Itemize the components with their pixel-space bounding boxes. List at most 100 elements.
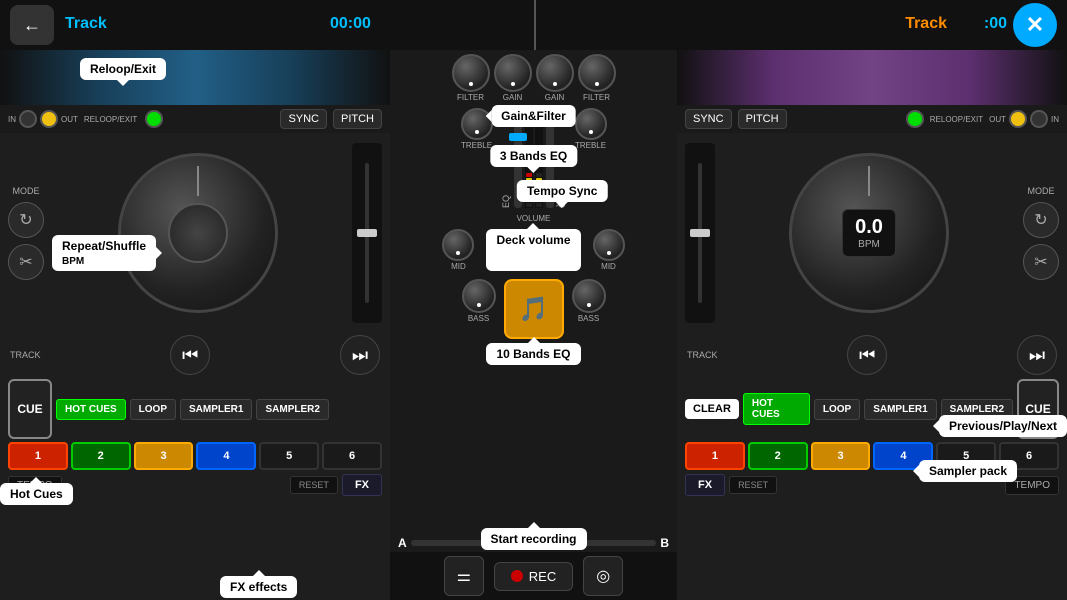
hcue-1-left[interactable]: 1 [8, 442, 68, 470]
filter-right-knob[interactable] [578, 54, 616, 92]
filter-right-col: FILTER [578, 54, 616, 102]
mode-btn-right-1[interactable]: ↻ [1023, 202, 1059, 238]
hcue-1-right[interactable]: 1 [685, 442, 745, 470]
cue-button-right[interactable]: CUE [1017, 379, 1059, 439]
mid-right-knob[interactable] [593, 229, 625, 261]
mixer-target-icon[interactable]: ◎ [583, 556, 623, 596]
repeat-button[interactable]: ↻ [8, 202, 44, 238]
jog-wheel-left[interactable] [118, 153, 278, 313]
jog-wheel-right[interactable]: 0.0 BPM [789, 153, 949, 313]
eq-mid-section: MID Deck volume MID [390, 227, 677, 273]
vu-seg-off1-l [526, 198, 532, 202]
gain-left-knob[interactable] [494, 54, 532, 92]
tab-loop-right[interactable]: LOOP [814, 399, 860, 420]
tab-hotcues-right[interactable]: HOT CUES [743, 393, 810, 425]
reset-button-right[interactable]: RESET [729, 476, 777, 494]
bpm-display-right: 0.0 BPM [842, 209, 896, 257]
back-button[interactable]: ← [10, 5, 54, 45]
hcue-2-right[interactable]: 2 [748, 442, 808, 470]
reset-button-left[interactable]: RESET [290, 476, 338, 494]
clear-button[interactable]: CLEAR [685, 399, 739, 419]
tab-loop-left[interactable]: LOOP [130, 399, 176, 420]
bass-right-col: BASS [572, 279, 606, 339]
out-led [40, 110, 58, 128]
treble-right-dot [589, 130, 593, 134]
hotcue-grid-left: 1 2 3 4 5 6 [8, 442, 382, 470]
vol-fader-right[interactable] [546, 108, 554, 208]
hcue-6-left[interactable]: 6 [322, 442, 382, 470]
tab-hotcues-left[interactable]: HOT CUES [56, 399, 126, 420]
bass-right-dot [587, 303, 591, 307]
hcue-3-left[interactable]: 3 [134, 442, 194, 470]
time-display-left: 00:00 [330, 15, 371, 33]
mode-btn-right-2[interactable]: ✂ [1023, 244, 1059, 280]
next-button-right[interactable]: ⏭ [1017, 335, 1057, 375]
waveform-right[interactable] [677, 50, 1067, 105]
in-label: IN [8, 115, 16, 124]
prev-button-right[interactable]: ⏮ [847, 335, 887, 375]
tab-sampler2-left[interactable]: SAMPLER2 [256, 399, 328, 420]
hotcue-row-left: CUE HOT CUES LOOP SAMPLER1 SAMPLER2 [8, 379, 382, 439]
hcue-4-right[interactable]: 4 [873, 442, 933, 470]
pitch-slider-left[interactable] [352, 143, 382, 323]
waveform-left[interactable] [0, 50, 390, 105]
back-icon: ← [23, 15, 41, 36]
hcue-5-left[interactable]: 5 [259, 442, 319, 470]
crossfader-a-label: A [398, 536, 407, 550]
eq-label-left: EQ [501, 195, 511, 208]
vu-seg-grn2-l [526, 188, 532, 192]
rec-button[interactable]: REC [494, 562, 573, 591]
mid-right-dot [607, 251, 611, 255]
deck-left: IN OUT RELOOP/EXIT Reloop/Exit SYNC PITC… [0, 50, 390, 600]
hcue-2-left[interactable]: 2 [71, 442, 131, 470]
filter-left-knob[interactable] [452, 54, 490, 92]
tab-sampler1-left[interactable]: SAMPLER1 [180, 399, 252, 420]
next-button-left[interactable]: ⏭ [340, 335, 380, 375]
vol-fader-handle-left [509, 133, 527, 141]
sync-button-right[interactable]: SYNC [685, 109, 732, 129]
out-label: OUT [61, 115, 78, 124]
controls-row-right: SYNC PITCH RELOOP/EXIT OUT IN [677, 105, 1067, 133]
crossfader-handle [484, 536, 504, 550]
reloop-exit-label-left: RELOOP/EXIT [84, 115, 137, 124]
pitch-button-left[interactable]: PITCH [333, 109, 382, 129]
gain-right-knob[interactable] [536, 54, 574, 92]
hcue-4-left[interactable]: 4 [196, 442, 256, 470]
hcue-6-right[interactable]: 6 [999, 442, 1059, 470]
hcue-5-right[interactable]: 5 [936, 442, 996, 470]
cue-button-left[interactable]: CUE [8, 379, 52, 439]
shuffle-button[interactable]: ✂ [8, 244, 44, 280]
treble-left-knob[interactable] [461, 108, 493, 140]
hcue-3-right[interactable]: 3 [811, 442, 871, 470]
fx-button-right[interactable]: FX [685, 474, 725, 496]
tab-sampler2-right[interactable]: SAMPLER2 [941, 399, 1013, 420]
pitch-button-right[interactable]: PITCH [738, 109, 787, 129]
prev-button-left[interactable]: ⏮ [170, 335, 210, 375]
fx-button-left[interactable]: FX [342, 474, 382, 496]
ten-bands-annotation: 10 Bands EQ [486, 343, 580, 365]
tempo-fx-row-left: TEMPO RESET FX FX effects [0, 472, 390, 498]
gain-right-col: GAIN [536, 54, 574, 102]
vol-fader-left[interactable] [514, 108, 522, 208]
bass-left-knob[interactable] [462, 279, 496, 313]
tab-sampler1-right[interactable]: SAMPLER1 [864, 399, 936, 420]
sync-button-left[interactable]: SYNC [280, 109, 327, 129]
jog-line-left [197, 166, 199, 196]
mid-left-knob[interactable] [442, 229, 474, 261]
reloop-led-left [145, 110, 163, 128]
tempo-label-left: TEMPO [8, 476, 62, 495]
out-led-right [1009, 110, 1027, 128]
treble-right-knob[interactable] [575, 108, 607, 140]
mixer-equalizer-icon[interactable]: ⚌ [444, 556, 484, 596]
treble-right-label: TREBLE [575, 141, 606, 150]
sampler-button[interactable]: 🎵 [504, 279, 564, 339]
bass-right-knob[interactable] [572, 279, 606, 313]
bass-left-dot [477, 303, 481, 307]
crossfader-track[interactable] [411, 540, 657, 546]
mid-left-dot [456, 251, 460, 255]
pitch-slider-right[interactable] [685, 143, 715, 323]
close-button[interactable]: ✕ [1013, 3, 1057, 47]
hotcue-row-right: Sampler pack CLEAR HOT CUES LOOP SAMPLER… [685, 379, 1059, 439]
vu-seg-red-l [526, 173, 532, 177]
pitch-track-left [365, 163, 369, 303]
